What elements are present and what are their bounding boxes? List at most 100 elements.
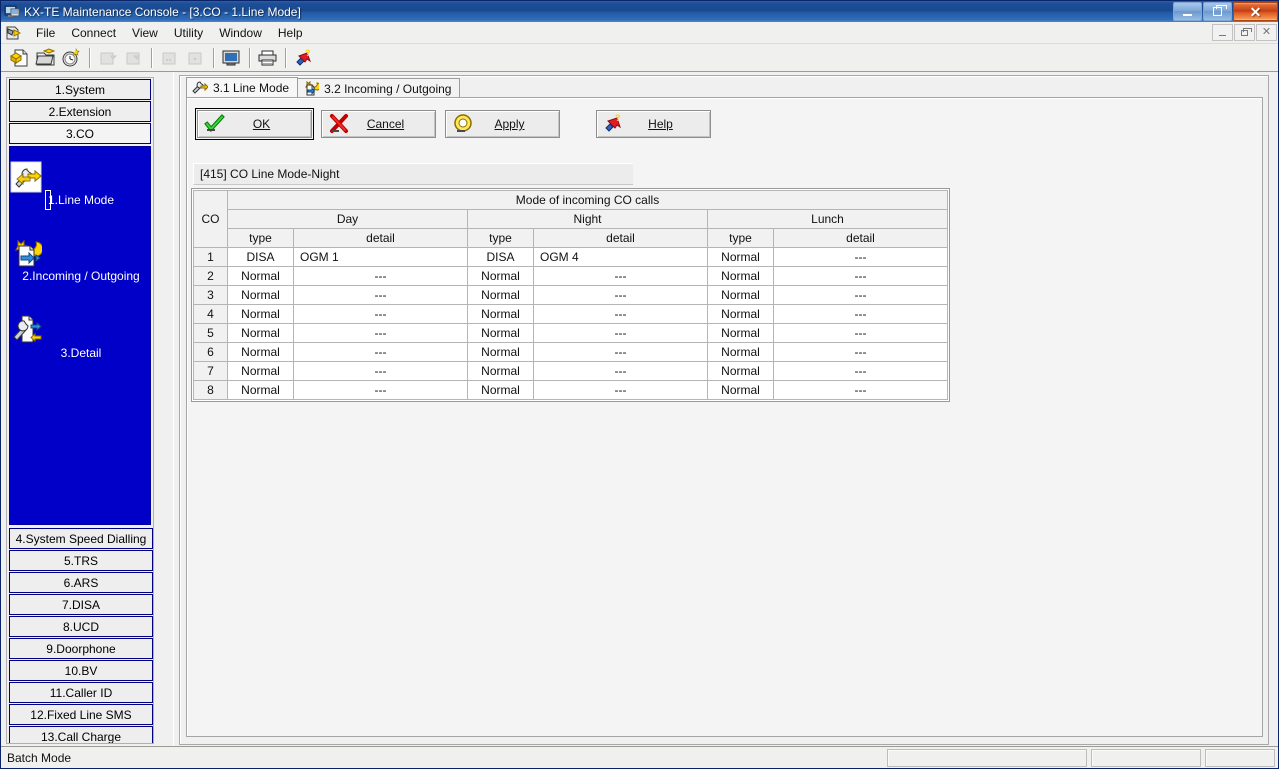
cell-lunch-type[interactable]: Normal — [707, 380, 774, 400]
sidebar-item-system[interactable]: 1.System — [9, 79, 151, 100]
cell-lunch-detail[interactable]: --- — [773, 323, 948, 343]
cell-day-type[interactable]: Normal — [227, 266, 294, 286]
cell-lunch-type[interactable]: Normal — [707, 247, 774, 267]
cell-lunch-type[interactable]: Normal — [707, 285, 774, 305]
sidebar-item-co[interactable]: 3.CO — [9, 123, 151, 144]
sidebar-item-bv[interactable]: 10.BV — [9, 660, 153, 681]
cell-day-detail[interactable]: --- — [293, 304, 468, 324]
cell-lunch-type[interactable]: Normal — [707, 342, 774, 362]
monitor-icon[interactable] — [219, 46, 243, 70]
cell-lunch-type[interactable]: Normal — [707, 266, 774, 286]
cell-lunch-detail[interactable]: --- — [773, 285, 948, 305]
cell-night-detail[interactable]: --- — [533, 285, 708, 305]
sidebar-item-call-charge[interactable]: 13.Call Charge — [9, 726, 153, 743]
cell-night-type[interactable]: DISA — [467, 247, 534, 267]
help-button[interactable]: ? Help — [596, 110, 711, 138]
sidebar-item-extension[interactable]: 2.Extension — [9, 101, 151, 122]
tab-line-mode[interactable]: 3.1 Line Mode — [186, 77, 299, 98]
cell-day-type[interactable]: DISA — [227, 247, 294, 267]
cell-night-type[interactable]: Normal — [467, 323, 534, 343]
cell-day-detail[interactable]: --- — [293, 285, 468, 305]
cell-day-type[interactable]: Normal — [227, 361, 294, 381]
mdi-restore-button[interactable] — [1234, 24, 1255, 41]
mdi-minimize-button[interactable] — [1212, 24, 1233, 41]
sidebar-item-incoming-outgoing[interactable]: 2.Incoming / Outgoing — [10, 237, 152, 283]
table-row[interactable]: 6 Normal --- Normal --- Normal --- — [193, 342, 948, 362]
cell-lunch-detail[interactable]: --- — [773, 304, 948, 324]
print-icon[interactable] — [255, 46, 279, 70]
apply-button[interactable]: Apply — [445, 110, 560, 138]
cell-day-detail[interactable]: --- — [293, 342, 468, 362]
cancel-button[interactable]: Cancel — [321, 110, 436, 138]
menu-connect[interactable]: Connect — [63, 24, 124, 42]
cell-night-detail[interactable]: OGM 4 — [533, 247, 708, 267]
cell-night-type[interactable]: Normal — [467, 380, 534, 400]
table-row[interactable]: 8 Normal --- Normal --- Normal --- — [193, 380, 948, 400]
table-row[interactable]: 1 DISA OGM 1 DISA OGM 4 Normal --- — [193, 247, 948, 267]
cell-lunch-type[interactable]: Normal — [707, 323, 774, 343]
cell-day-detail[interactable]: --- — [293, 323, 468, 343]
cell-day-type[interactable]: Normal — [227, 380, 294, 400]
sidebar-item-caller-id[interactable]: 11.Caller ID — [9, 682, 153, 703]
cell-lunch-detail[interactable]: --- — [773, 342, 948, 362]
cell-day-detail[interactable]: OGM 1 — [293, 247, 468, 267]
cell-night-detail[interactable]: --- — [533, 266, 708, 286]
cell-lunch-detail[interactable]: --- — [773, 380, 948, 400]
tab-incoming-outgoing[interactable]: 3.2 Incoming / Outgoing — [297, 78, 461, 98]
table-row[interactable]: 3 Normal --- Normal --- Normal --- — [193, 285, 948, 305]
sidebar-item-detail[interactable]: 3.Detail — [10, 314, 152, 360]
cell-lunch-type[interactable]: Normal — [707, 304, 774, 324]
cell-lunch-detail[interactable]: --- — [773, 266, 948, 286]
status-pane-2 — [887, 748, 1087, 767]
cell-lunch-detail[interactable]: --- — [773, 361, 948, 381]
sidebar-item-disa[interactable]: 7.DISA — [9, 594, 153, 615]
cell-night-detail[interactable]: --- — [533, 304, 708, 324]
cell-night-type[interactable]: Normal — [467, 304, 534, 324]
title-bar: KX-TE Maintenance Console - [3.CO - 1.Li… — [1, 1, 1278, 22]
sidebar-item-ucd[interactable]: 8.UCD — [9, 616, 153, 637]
open-folder-icon[interactable] — [33, 46, 57, 70]
close-button[interactable]: ✕ — [1233, 2, 1278, 21]
wizard-clock-icon[interactable] — [59, 46, 83, 70]
new-file-icon[interactable] — [7, 46, 31, 70]
cell-day-detail[interactable]: --- — [293, 361, 468, 381]
cell-day-type[interactable]: Normal — [227, 285, 294, 305]
cell-lunch-type[interactable]: Normal — [707, 361, 774, 381]
cell-day-detail[interactable]: --- — [293, 380, 468, 400]
cell-night-detail[interactable]: --- — [533, 361, 708, 381]
menu-window[interactable]: Window — [211, 24, 270, 42]
cell-night-detail[interactable]: --- — [533, 342, 708, 362]
toolbar: ? — [1, 44, 1278, 72]
col-header-night-detail: detail — [533, 228, 708, 248]
sidebar-item-ars[interactable]: 6.ARS — [9, 572, 153, 593]
table-row[interactable]: 5 Normal --- Normal --- Normal --- — [193, 323, 948, 343]
sidebar-item-doorphone[interactable]: 9.Doorphone — [9, 638, 153, 659]
menu-view[interactable]: View — [124, 24, 166, 42]
table-row[interactable]: 2 Normal --- Normal --- Normal --- — [193, 266, 948, 286]
restore-button[interactable] — [1203, 2, 1232, 21]
sidebar-item-system-speed-dialling[interactable]: 4.System Speed Dialling — [9, 528, 153, 549]
menu-file[interactable]: File — [28, 24, 63, 42]
menu-utility[interactable]: Utility — [166, 24, 211, 42]
sidebar-item-line-mode[interactable]: 1.Line Mode — [7, 158, 153, 207]
mdi-close-button[interactable]: ✕ — [1256, 24, 1277, 41]
sidebar-item-trs[interactable]: 5.TRS — [9, 550, 153, 571]
cell-night-detail[interactable]: --- — [533, 323, 708, 343]
cell-day-type[interactable]: Normal — [227, 323, 294, 343]
cell-night-detail[interactable]: --- — [533, 380, 708, 400]
cell-night-type[interactable]: Normal — [467, 342, 534, 362]
cell-night-type[interactable]: Normal — [467, 285, 534, 305]
cell-day-type[interactable]: Normal — [227, 304, 294, 324]
table-row[interactable]: 4 Normal --- Normal --- Normal --- — [193, 304, 948, 324]
sidebar-item-fixed-line-sms[interactable]: 12.Fixed Line SMS — [9, 704, 153, 725]
cell-day-type[interactable]: Normal — [227, 342, 294, 362]
cell-night-type[interactable]: Normal — [467, 361, 534, 381]
menu-help[interactable]: Help — [270, 24, 311, 42]
cell-night-type[interactable]: Normal — [467, 266, 534, 286]
cell-day-detail[interactable]: --- — [293, 266, 468, 286]
minimize-button[interactable] — [1173, 2, 1202, 21]
table-row[interactable]: 7 Normal --- Normal --- Normal --- — [193, 361, 948, 381]
cell-lunch-detail[interactable]: --- — [773, 247, 948, 267]
ok-button[interactable]: OK — [195, 108, 314, 140]
help-pointer-icon[interactable]: ? — [291, 46, 315, 70]
